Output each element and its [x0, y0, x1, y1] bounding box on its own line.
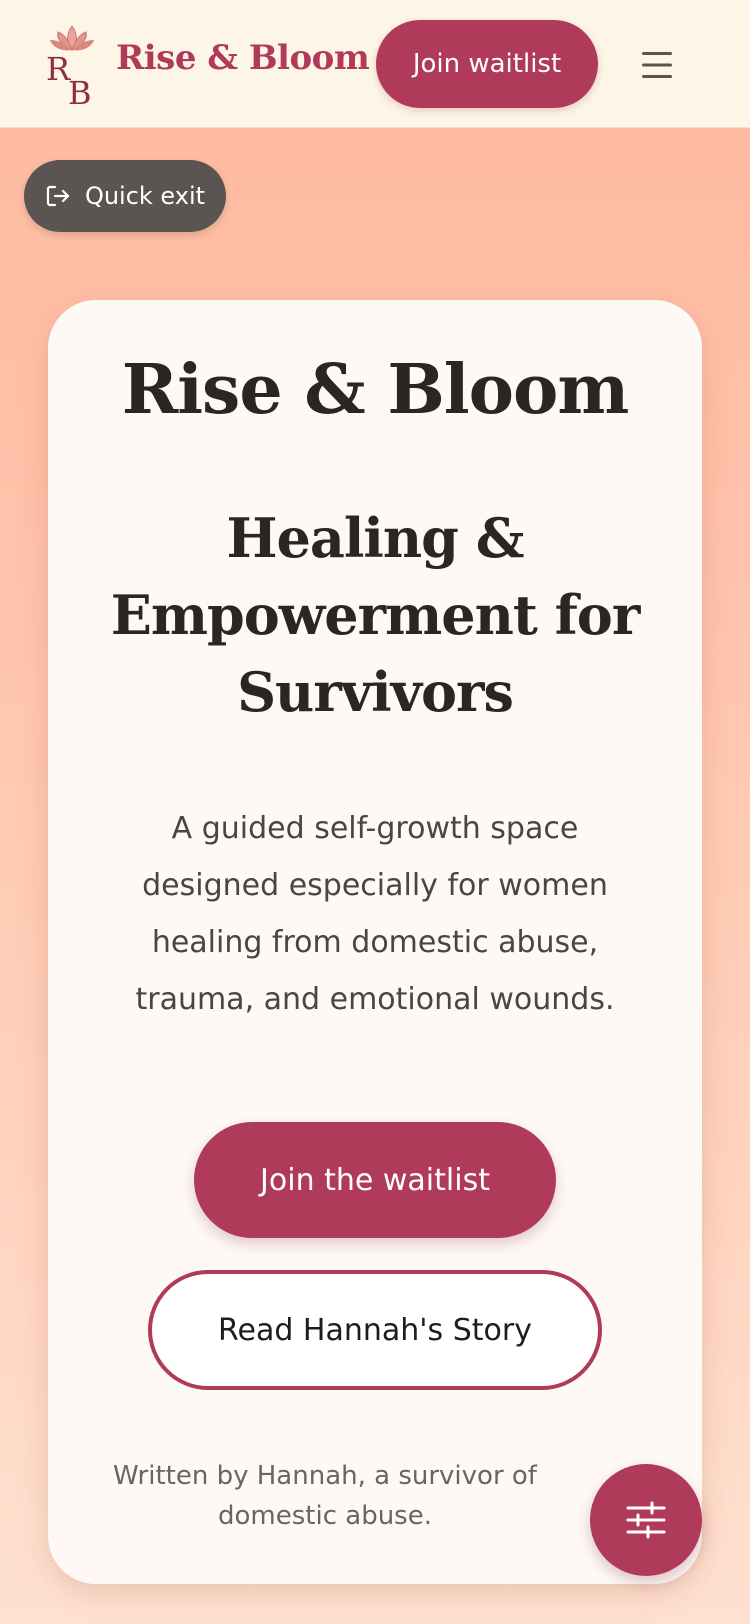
- exit-arrow-icon: [45, 183, 71, 209]
- author-note: Written by Hannah, a survivor of domesti…: [113, 1461, 537, 1531]
- hero-description: A guided self-growth space designed espe…: [135, 811, 615, 1017]
- hero-card: Rise & Bloom Healing & Empowerment for S…: [48, 300, 702, 1584]
- quick-exit-button[interactable]: Quick exit: [24, 160, 226, 232]
- site-header: R B Rise & Bloom Join waitlist: [0, 0, 750, 128]
- hero-subtitle: Healing & Empowerment for Survivors: [110, 506, 641, 724]
- sliders-icon: [626, 1501, 666, 1539]
- join-the-waitlist-button[interactable]: Join the waitlist: [194, 1122, 556, 1238]
- hero-title: Rise & Bloom: [121, 350, 630, 430]
- lotus-monogram-icon[interactable]: R B: [44, 22, 100, 112]
- read-hannahs-story-button[interactable]: Read Hannah's Story: [148, 1270, 602, 1390]
- menu-button[interactable]: [628, 40, 690, 90]
- accessibility-settings-button[interactable]: [590, 1464, 702, 1576]
- hamburger-menu-icon: [642, 52, 672, 78]
- brand-name[interactable]: Rise & Bloom: [116, 38, 370, 78]
- join-waitlist-button[interactable]: Join waitlist: [376, 20, 598, 108]
- quick-exit-label: Quick exit: [84, 182, 206, 210]
- svg-text:B: B: [68, 74, 92, 108]
